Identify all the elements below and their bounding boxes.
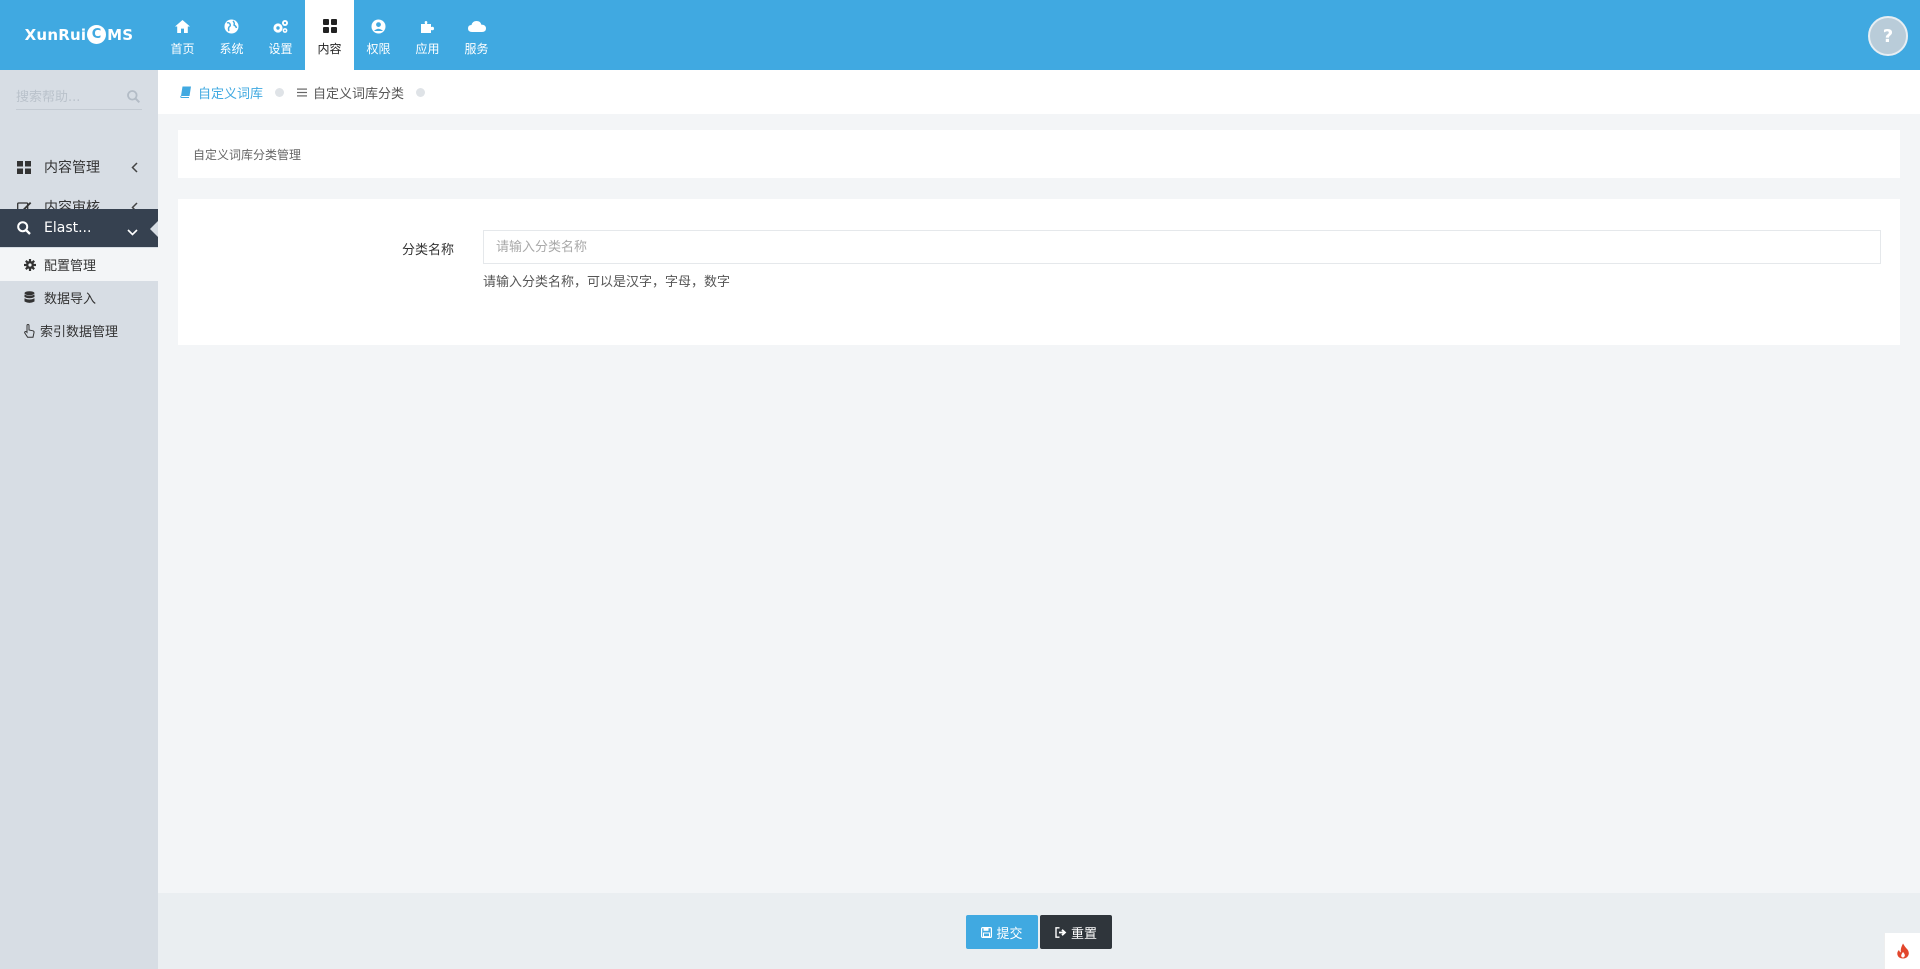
breadcrumb-separator (416, 87, 426, 97)
hand-pointer-icon (24, 323, 38, 338)
sidebar-subitem-label: 数据导入 (44, 292, 97, 307)
category-name-input[interactable] (483, 230, 1881, 264)
breadcrumb-current: 自定义词库分类 (297, 83, 404, 102)
form-actions-bar: 提交 重置 (158, 893, 1920, 969)
breadcrumb-link[interactable]: 自定义词库 (180, 83, 263, 102)
breadcrumb-parent-label: 自定义词库 (198, 86, 264, 102)
sidebar-item-label: Elast... (44, 220, 92, 236)
puzzle-icon (420, 17, 435, 35)
form-panel (178, 199, 1900, 345)
chevron-down-icon (127, 224, 138, 240)
breadcrumb-current-label: 自定义词库分类 (313, 86, 405, 102)
sidebar-subitem-import[interactable]: 数据导入 (0, 281, 158, 314)
search-icon[interactable] (127, 90, 141, 107)
sidebar-subitem-index-data[interactable]: 索引数据管理 (0, 314, 158, 347)
reset-button[interactable]: 重置 (1040, 915, 1112, 949)
sidebar: 内容管理 内容审核 Elast... 配置管理 数据导入 (0, 70, 158, 969)
search-icon (17, 221, 35, 235)
submit-button[interactable]: 提交 (966, 915, 1038, 949)
nav-label: 权限 (366, 42, 391, 56)
save-icon (981, 926, 993, 938)
nav-item-apps[interactable]: 应用 (403, 0, 452, 70)
nav-item-settings[interactable]: 设置 (256, 0, 305, 70)
nav-item-home[interactable]: 首页 (158, 0, 207, 70)
panel-title-text: 自定义词库分类管理 (193, 147, 302, 162)
cogs-icon (272, 17, 289, 35)
list-icon (297, 88, 308, 97)
help-question-icon: ? (1882, 25, 1894, 47)
nav-label: 服务 (464, 42, 489, 56)
sidebar-subitem-label: 配置管理 (44, 259, 97, 274)
nav-label: 首页 (170, 42, 195, 56)
nav-item-system[interactable]: 系统 (207, 0, 256, 70)
grid-icon (17, 160, 35, 174)
sign-out-icon (1055, 926, 1067, 938)
sidebar-item-elastic[interactable]: Elast... (0, 209, 158, 247)
logo-text-post: MS (107, 26, 134, 44)
sidebar-item-label: 内容管理 (44, 160, 100, 176)
top-nav: 首页 系统 设置 内容 权限 应用 服务 (158, 0, 501, 70)
nav-item-services[interactable]: 服务 (452, 0, 501, 70)
nav-label: 内容 (317, 42, 342, 56)
sidebar-item-content-manage[interactable]: 内容管理 (0, 148, 158, 186)
sidebar-subitem-label: 索引数据管理 (40, 325, 119, 340)
breadcrumb: 自定义词库 自定义词库分类 (158, 70, 1920, 114)
category-name-label: 分类名称 (401, 243, 454, 258)
submit-button-label: 提交 (996, 926, 1023, 942)
breadcrumb-separator (275, 87, 285, 97)
nav-label: 系统 (219, 42, 244, 56)
sidebar-search (16, 86, 142, 110)
top-header: XunRui C MS 首页 系统 设置 内容 权限 应用 服务 ? (0, 0, 1920, 70)
help-avatar[interactable]: ? (1868, 16, 1908, 56)
book-icon (180, 86, 192, 98)
user-circle-icon (371, 17, 386, 35)
cloud-icon (467, 17, 486, 35)
home-icon (175, 17, 190, 35)
logo-text-pre: XunRui (24, 26, 87, 44)
globe-icon (224, 17, 239, 35)
logo-drop-mark: C (87, 24, 107, 44)
fire-icon[interactable] (1884, 933, 1920, 969)
nav-item-content[interactable]: 内容 (305, 0, 354, 70)
logo[interactable]: XunRui C MS (0, 0, 158, 70)
search-input[interactable] (16, 86, 116, 108)
database-icon (24, 291, 38, 304)
grid-icon (322, 17, 337, 35)
nav-label: 应用 (415, 42, 440, 56)
sidebar-subitem-config[interactable]: 配置管理 (0, 248, 158, 281)
reset-button-label: 重置 (1070, 926, 1097, 942)
panel-title: 自定义词库分类管理 (178, 130, 1900, 178)
chevron-left-icon (131, 161, 138, 177)
gear-icon (24, 258, 38, 271)
nav-item-permissions[interactable]: 权限 (354, 0, 403, 70)
nav-label: 设置 (268, 42, 293, 56)
category-name-help: 请输入分类名称，可以是汉字，字母，数字 (483, 275, 731, 290)
